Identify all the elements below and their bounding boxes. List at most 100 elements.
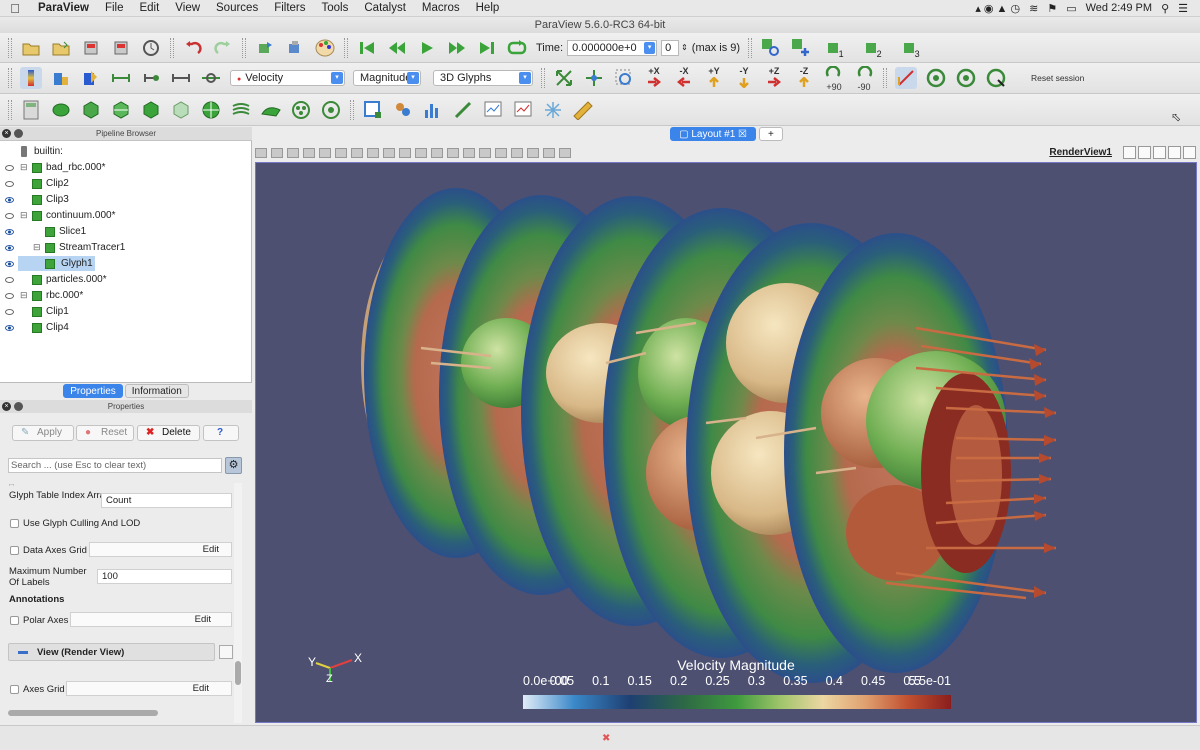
data-axes-grid-edit-button[interactable]: Edit (89, 542, 232, 557)
menu-sources[interactable]: Sources (208, 2, 266, 14)
visibility-eye-icon[interactable] (5, 244, 14, 251)
pipeline-item-rbc[interactable]: ⊟ rbc.000* (0, 288, 250, 303)
recent-folder-icon[interactable] (50, 37, 72, 59)
expand-icon[interactable]: ⊟ (20, 208, 28, 223)
menu-tools[interactable]: Tools (314, 2, 357, 14)
zoom-to-data-icon[interactable] (583, 67, 605, 89)
float-icon[interactable] (14, 402, 23, 411)
view-tool-icon[interactable] (511, 147, 523, 158)
select-points-icon[interactable] (362, 99, 384, 121)
close-icon[interactable]: ☒ (735, 129, 747, 140)
tab-information[interactable]: Information (124, 384, 189, 398)
python-calculator-icon[interactable] (542, 99, 564, 121)
play-icon[interactable] (416, 37, 438, 59)
toolbar-grip[interactable] (170, 37, 174, 58)
extract-level-icon[interactable] (320, 99, 342, 121)
visibility-eye-icon[interactable] (5, 228, 14, 235)
camera-bookmark-1-icon[interactable]: 1 (820, 37, 850, 59)
time-index-spinner[interactable]: ⇕ (681, 43, 688, 52)
pick-center-icon[interactable] (985, 67, 1007, 89)
copy-view-icon[interactable] (219, 645, 233, 659)
view-tool-icon[interactable] (495, 147, 507, 158)
visibility-eye-icon[interactable] (5, 180, 14, 187)
next-frame-icon[interactable] (446, 37, 468, 59)
add-layout-tab[interactable]: + (759, 127, 783, 141)
clock[interactable]: Wed 2:49 PM (1086, 2, 1152, 14)
loop-icon[interactable] (506, 37, 528, 59)
float-icon[interactable] (14, 129, 23, 138)
render-view-name[interactable]: RenderView1 (1049, 147, 1112, 158)
gear-icon[interactable]: ⚙ (225, 457, 242, 474)
view-tool-icon[interactable] (319, 147, 331, 158)
camera-bookmark-2-icon[interactable]: 2 (858, 37, 888, 59)
apply-button[interactable]: ✎ Apply (12, 425, 74, 441)
probe-icon[interactable] (452, 99, 474, 121)
menu-file[interactable]: File (97, 2, 132, 14)
apple-icon[interactable]:  (0, 1, 30, 16)
menu-help[interactable]: Help (468, 2, 508, 14)
view-minus-z-button[interactable]: -Z (791, 66, 817, 90)
camera-redo-icon[interactable] (284, 37, 306, 59)
view-plus-x-button[interactable]: +X (641, 66, 667, 90)
slice-icon[interactable] (110, 99, 132, 121)
toolbar-grip[interactable] (350, 99, 354, 120)
split-horizontal-icon[interactable] (1123, 146, 1136, 159)
plot-data-icon[interactable] (482, 99, 504, 121)
save-data-icon[interactable] (80, 37, 102, 59)
calculator-icon[interactable] (20, 99, 42, 121)
extract-subset-icon[interactable] (170, 99, 192, 121)
rescale-custom-range-icon[interactable] (140, 67, 162, 89)
rescale-temporal-icon[interactable] (200, 67, 222, 89)
axes-grid-edit-button[interactable]: Edit (66, 681, 232, 696)
view-tool-icon[interactable] (559, 147, 571, 158)
view-tool-icon[interactable] (415, 147, 427, 158)
properties-horizontal-scrollbar[interactable] (8, 710, 158, 716)
open-folder-icon[interactable] (20, 37, 42, 59)
toolbar-grip[interactable] (344, 37, 348, 58)
rescale-visible-range-icon[interactable] (170, 67, 192, 89)
view-plus-y-button[interactable]: +Y (701, 66, 727, 90)
close-icon[interactable]: ✖ (602, 733, 610, 744)
app-menu[interactable]: ParaView (30, 2, 97, 14)
toolbar-grip[interactable] (242, 37, 246, 58)
axes-grid-checkbox[interactable] (10, 685, 19, 694)
plot-over-line-icon[interactable] (392, 99, 414, 121)
representation-dropdown[interactable]: 3D Glyphs ▾ (433, 70, 533, 86)
previous-frame-icon[interactable] (386, 37, 408, 59)
visibility-eye-icon[interactable] (5, 164, 14, 171)
menu-filters[interactable]: Filters (266, 2, 313, 14)
close-icon[interactable]: × (2, 129, 11, 138)
reset-button[interactable]: ● Reset (76, 425, 134, 441)
histogram-icon[interactable] (422, 99, 444, 121)
split-vertical-icon[interactable] (1138, 146, 1151, 159)
glyph-table-index-select[interactable]: Count (101, 493, 232, 508)
view-tool-icon[interactable] (527, 147, 539, 158)
wifi-icon[interactable]: ≋ (1029, 2, 1038, 15)
view-tool-icon[interactable] (303, 147, 315, 158)
view-tool-icon[interactable] (367, 147, 379, 158)
polar-axes-edit-button[interactable]: Edit (70, 612, 232, 627)
time-index-field[interactable]: 0 (661, 39, 680, 56)
view-tool-icon[interactable] (271, 147, 283, 158)
visibility-eye-icon[interactable] (5, 292, 14, 299)
reset-camera-icon[interactable] (553, 67, 575, 89)
visibility-eye-icon[interactable] (5, 260, 14, 267)
view-tool-icon[interactable] (399, 147, 411, 158)
polar-axes-checkbox[interactable] (10, 616, 19, 625)
pipeline-item-particles[interactable]: particles.000* (0, 272, 250, 287)
edit-color-map-icon[interactable] (50, 67, 72, 89)
view-tool-icon[interactable] (479, 147, 491, 158)
properties-vertical-scrollbar[interactable] (234, 483, 242, 723)
view-tool-icon[interactable] (543, 147, 555, 158)
toggle-color-legend-icon[interactable] (20, 67, 42, 89)
pipeline-item-bad-rbc[interactable]: ⊟ bad_rbc.000* (0, 160, 250, 175)
pipeline-item-clip3[interactable]: Clip3 (0, 192, 250, 207)
ruler-icon[interactable] (572, 99, 594, 121)
threshold-icon[interactable] (140, 99, 162, 121)
help-button[interactable]: ? (203, 425, 239, 441)
toolbar-grip[interactable] (8, 37, 12, 58)
pipeline-item-clip2[interactable]: Clip2 (0, 176, 250, 191)
view-tool-icon[interactable] (287, 147, 299, 158)
menu-macros[interactable]: Macros (414, 2, 468, 14)
menu-view[interactable]: View (167, 2, 208, 14)
